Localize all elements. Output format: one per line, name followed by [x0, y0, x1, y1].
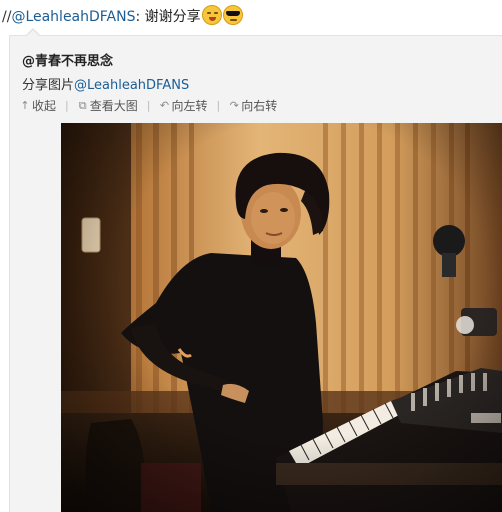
rotate-left-button[interactable]: ↶ 向左转 [159, 97, 208, 114]
view-large-label: 查看大图 [89, 99, 138, 113]
original-author-link[interactable]: @青春不再思念 [22, 50, 113, 69]
original-post-box: @青春不再思念 分享图片@LeahleahDFANS ↑ 收起 | ⧉ 查看大图… [9, 35, 502, 512]
collapse-label: 收起 [32, 99, 57, 113]
external-view-icon: ⧉ [78, 98, 87, 112]
shared-photo[interactable] [61, 123, 502, 512]
rotate-left-icon: ↶ [159, 99, 170, 112]
share-text-line: 分享图片@LeahleahDFANS [22, 74, 189, 93]
share-text: 分享图片 [22, 78, 75, 93]
share-user-link[interactable]: @LeahleahDFANS [74, 78, 189, 93]
divider: | [216, 99, 221, 112]
sunglasses-emoji-icon [222, 5, 243, 25]
repost-comment: //@LeahleahDFANS: 谢谢分享 [2, 5, 243, 28]
collapse-button[interactable]: ↑ 收起 [20, 97, 56, 114]
view-large-button[interactable]: ⧉ 查看大图 [78, 97, 138, 114]
collapse-arrow-icon: ↑ [20, 99, 30, 112]
divider: | [146, 99, 151, 112]
rotate-left-label: 向左转 [171, 99, 208, 113]
repost-message: : 谢谢分享 [135, 9, 201, 25]
rotate-right-icon: ↷ [229, 99, 239, 112]
rotate-right-label: 向右转 [241, 99, 278, 113]
repost-user-link[interactable]: @LeahleahDFANS [11, 9, 135, 25]
drool-emoji-icon [201, 5, 222, 25]
divider: | [65, 99, 69, 112]
rotate-right-button[interactable]: ↷ 向右转 [229, 97, 278, 114]
image-actions-bar: ↑ 收起 | ⧉ 查看大图 | ↶ 向左转 | ↷ 向右转 [20, 97, 277, 114]
box-pointer-inner [27, 30, 39, 36]
